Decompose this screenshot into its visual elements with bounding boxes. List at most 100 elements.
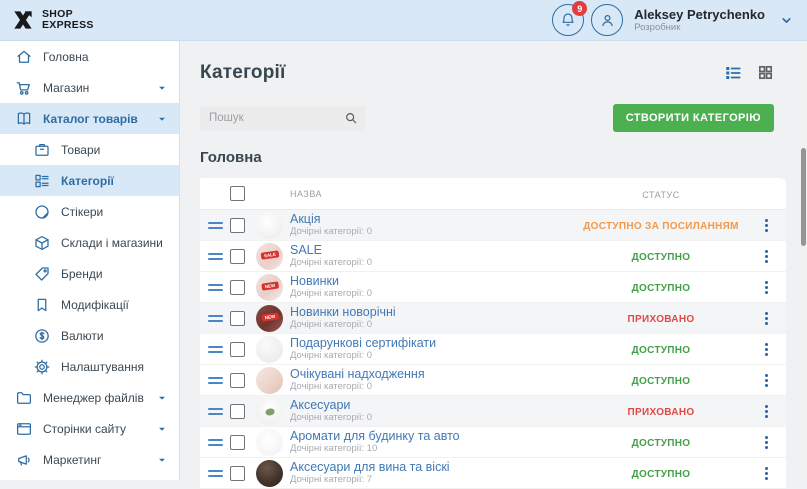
drag-handle[interactable]	[208, 377, 223, 384]
status-badge: ПРИХОВАНО	[628, 314, 695, 325]
drag-handle[interactable]	[208, 315, 223, 322]
drag-handle[interactable]	[208, 408, 223, 415]
thumbnail-tag: NEW	[261, 312, 278, 322]
category-name-link[interactable]: Новинки новорічні	[290, 305, 576, 319]
catalog-icon	[14, 109, 33, 128]
table-row: Аромати для будинку та авто Дочірні кате…	[200, 427, 786, 458]
create-category-button[interactable]: СТВОРИТИ КАТЕГОРІЮ	[613, 104, 774, 132]
search-input[interactable]	[209, 112, 344, 124]
row-checkbox[interactable]	[230, 218, 245, 233]
row-menu-button[interactable]	[762, 340, 771, 359]
row-menu-button[interactable]	[762, 216, 771, 235]
sidebar-item-settings[interactable]: Налаштування	[0, 351, 179, 382]
category-thumbnail: NEW	[256, 305, 283, 332]
chevron-down-icon	[780, 14, 793, 27]
row-checkbox[interactable]	[230, 466, 245, 481]
categories-icon	[32, 171, 51, 190]
row-checkbox[interactable]	[230, 373, 245, 388]
category-name-link[interactable]: Акція	[290, 212, 576, 226]
category-children-count: Дочірні категорії: 0	[290, 381, 576, 392]
chevron-down-icon	[157, 424, 167, 434]
home-icon	[14, 47, 33, 66]
scrollbar-thumb[interactable]	[801, 148, 806, 246]
select-all-checkbox[interactable]	[230, 186, 245, 201]
table-row: Акція Дочірні категорії: 0 ДОСТУПНО ЗА П…	[200, 210, 786, 241]
sidebar-item-folder[interactable]: Менеджер файлів	[0, 382, 179, 413]
row-menu-button[interactable]	[762, 371, 771, 390]
category-children-count: Дочірні категорії: 0	[290, 257, 576, 268]
sidebar-item-brand[interactable]: Бренди	[0, 258, 179, 289]
warehouse-icon	[32, 233, 51, 252]
row-menu-button[interactable]	[762, 433, 771, 452]
table-row: SALE SALE Дочірні категорії: 0 ДОСТУПНО	[200, 241, 786, 272]
grid-view-button[interactable]	[757, 64, 774, 82]
sidebar-item-cart[interactable]: Магазин	[0, 72, 179, 103]
sidebar-item-marketing[interactable]: Маркетинг	[0, 444, 179, 475]
cart-icon	[14, 78, 33, 97]
page-title: Категорії	[200, 62, 286, 84]
section-title: Головна	[200, 149, 786, 166]
category-children-count: Дочірні категорії: 0	[290, 319, 576, 330]
status-badge: ДОСТУПНО	[632, 345, 691, 356]
user-info[interactable]: Aleksey Petrychenko Розробник	[634, 7, 765, 33]
user-menu-button[interactable]	[780, 14, 793, 27]
category-thumbnail	[256, 460, 283, 487]
category-name-link[interactable]: Аксесуари	[290, 398, 576, 412]
category-thumbnail: SALE	[256, 243, 283, 270]
list-view-button[interactable]	[724, 64, 742, 82]
drag-handle[interactable]	[208, 439, 223, 446]
settings-icon	[32, 357, 51, 376]
user-avatar[interactable]	[591, 4, 623, 36]
sidebar-item-home[interactable]: Головна	[0, 41, 179, 72]
thumbnail-tag: SALE	[260, 250, 279, 260]
row-checkbox[interactable]	[230, 249, 245, 264]
row-menu-button[interactable]	[762, 309, 771, 328]
row-menu-button[interactable]	[762, 402, 771, 421]
brand-icon	[32, 264, 51, 283]
category-children-count: Дочірні категорії: 0	[290, 288, 576, 299]
sidebar-item-warehouse[interactable]: Склади і магазини	[0, 227, 179, 258]
notifications-button[interactable]: 9	[552, 4, 584, 36]
row-checkbox[interactable]	[230, 342, 245, 357]
sidebar-item-catalog[interactable]: Каталог товарів	[0, 103, 179, 134]
row-checkbox[interactable]	[230, 311, 245, 326]
pages-icon	[14, 419, 33, 438]
category-name-link[interactable]: Очікувані надходження	[290, 367, 576, 381]
scrollbar-track[interactable]	[800, 41, 807, 480]
folder-icon	[14, 388, 33, 407]
status-badge: ДОСТУПНО	[632, 376, 691, 387]
drag-handle[interactable]	[208, 284, 223, 291]
row-checkbox[interactable]	[230, 404, 245, 419]
search-icon[interactable]	[344, 111, 358, 125]
bell-icon	[560, 12, 576, 28]
drag-handle[interactable]	[208, 222, 223, 229]
table-header-row: НАЗВА СТАТУС	[200, 178, 786, 210]
sidebar-item-pages[interactable]: Сторінки сайту	[0, 413, 179, 444]
column-header-status: СТАТУС	[642, 190, 679, 200]
brand-name: SHOP EXPRESS	[42, 9, 94, 31]
sticker-icon	[32, 202, 51, 221]
row-checkbox[interactable]	[230, 280, 245, 295]
row-menu-button[interactable]	[762, 278, 771, 297]
status-badge: ПРИХОВАНО	[628, 407, 695, 418]
category-children-count: Дочірні категорії: 0	[290, 226, 576, 237]
sidebar-item-bookmark[interactable]: Модифікації	[0, 289, 179, 320]
sidebar-item-categories[interactable]: Категорії	[0, 165, 179, 196]
row-checkbox[interactable]	[230, 435, 245, 450]
drag-handle[interactable]	[208, 470, 223, 477]
sidebar-item-currency[interactable]: Валюти	[0, 320, 179, 351]
category-name-link[interactable]: Аксесуари для вина та віскі	[290, 460, 576, 474]
sidebar-item-goods[interactable]: Товари	[0, 134, 179, 165]
status-badge: ДОСТУПНО	[632, 469, 691, 480]
row-menu-button[interactable]	[762, 247, 771, 266]
category-children-count: Дочірні категорії: 0	[290, 350, 576, 361]
drag-handle[interactable]	[208, 253, 223, 260]
drag-handle[interactable]	[208, 346, 223, 353]
category-name-link[interactable]: Аромати для будинку та авто	[290, 429, 576, 443]
category-name-link[interactable]: Подарункові сертифікати	[290, 336, 576, 350]
category-name-link[interactable]: SALE	[290, 243, 576, 257]
chevron-down-icon	[157, 83, 167, 93]
sidebar-item-sticker[interactable]: Стікери	[0, 196, 179, 227]
person-icon	[599, 12, 616, 29]
category-name-link[interactable]: Новинки	[290, 274, 576, 288]
